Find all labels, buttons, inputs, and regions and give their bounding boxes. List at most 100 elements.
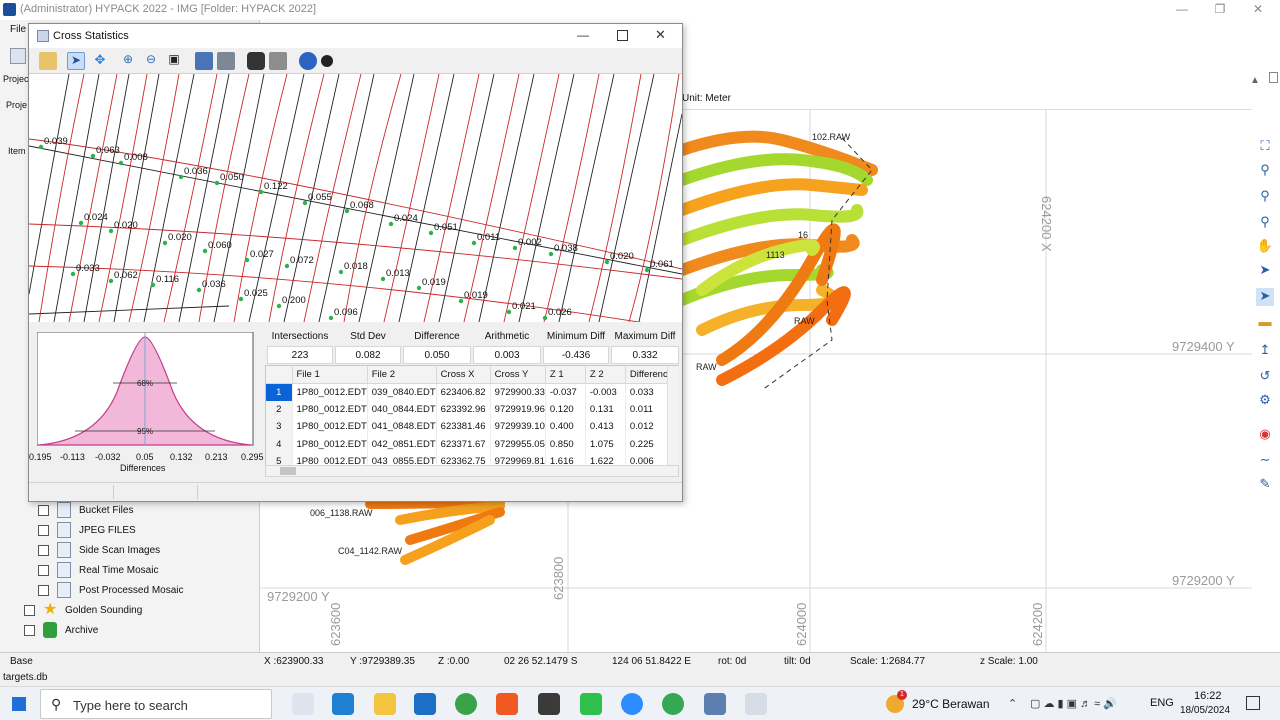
intersection-point[interactable] bbox=[428, 230, 434, 236]
column-header[interactable]: Z 1 bbox=[545, 366, 586, 384]
cell-cross-x[interactable]: 623406.82 bbox=[436, 383, 491, 401]
cell-file-1[interactable]: 1P80_0012.EDT bbox=[292, 400, 368, 418]
save-icon[interactable] bbox=[195, 52, 213, 70]
task-view-icon[interactable] bbox=[292, 693, 314, 715]
row-number[interactable]: 2 bbox=[266, 400, 293, 418]
intersection-point[interactable] bbox=[258, 189, 264, 195]
tab-items[interactable]: Item bbox=[8, 146, 26, 156]
select-icon[interactable]: ➤ bbox=[1256, 262, 1274, 280]
cell-cross-y[interactable]: 9729939.10 bbox=[490, 418, 546, 436]
scroll-up-icon[interactable] bbox=[1268, 72, 1278, 83]
maximize-icon[interactable]: ❐ bbox=[1205, 2, 1235, 18]
intersection-point[interactable] bbox=[506, 309, 512, 315]
pan-icon[interactable]: ✋ bbox=[1256, 238, 1274, 256]
tree-item-side-scan-images[interactable]: Side Scan Images bbox=[20, 540, 258, 560]
close-icon[interactable]: ✕ bbox=[1243, 2, 1273, 18]
dialog-close-icon[interactable]: ✕ bbox=[655, 27, 666, 43]
table-row[interactable]: 1 1P80_0012.EDT 039_0840.EDT 623406.82 9… bbox=[266, 383, 676, 401]
intersection-point[interactable] bbox=[238, 296, 244, 302]
zoom-icon[interactable] bbox=[621, 693, 643, 715]
table-row[interactable]: 2 1P80_0012.EDT 040_0844.EDT 623392.96 9… bbox=[266, 400, 676, 418]
cross-check-plot[interactable]: 0.039 0.063 0.008 0.036 0.050 0.122 0.055 0.068… bbox=[29, 74, 682, 322]
cell-file-1[interactable]: 1P80_0012.EDT bbox=[292, 435, 368, 453]
survey-map-lower[interactable]: 006_1138.RAW C04_1142.RAW 9729200 Y 6238… bbox=[260, 500, 682, 652]
cell-z2[interactable]: -0.003 bbox=[585, 383, 626, 401]
pin-icons[interactable]: ▲ bbox=[1250, 72, 1280, 86]
intersections-table[interactable]: File 1 File 2 Cross X Cross Y Z 1 Z 2 Di… bbox=[265, 365, 679, 469]
cell-cross-y[interactable]: 9729955.05 bbox=[490, 435, 546, 453]
cell-file-2[interactable]: 042_0851.EDT bbox=[367, 435, 437, 453]
app-icon-2[interactable] bbox=[745, 693, 767, 715]
intersection-point[interactable] bbox=[150, 282, 156, 288]
tray-chevron-icon[interactable]: ⌃ bbox=[1008, 697, 1017, 710]
intersection-point[interactable] bbox=[338, 269, 344, 275]
table-row[interactable]: 4 1P80_0012.EDT 042_0851.EDT 623371.67 9… bbox=[266, 435, 676, 453]
target-icon[interactable]: ◉ bbox=[1256, 426, 1274, 444]
zoom-in-icon[interactable]: ⚲ bbox=[1256, 162, 1274, 180]
pan-move-icon[interactable]: ✥ bbox=[91, 52, 109, 70]
menu-file[interactable]: File bbox=[10, 24, 26, 35]
table-horizontal-scrollbar[interactable] bbox=[265, 465, 679, 477]
intersection-point[interactable] bbox=[196, 287, 202, 293]
save-icon[interactable] bbox=[10, 48, 26, 64]
cell-cross-y[interactable]: 9729919.96 bbox=[490, 400, 546, 418]
intersection-point[interactable] bbox=[380, 276, 386, 282]
hypack-icon[interactable] bbox=[704, 693, 726, 715]
intersection-point[interactable] bbox=[108, 278, 114, 284]
edge-icon[interactable] bbox=[332, 693, 354, 715]
help-icon[interactable] bbox=[299, 52, 317, 70]
zoom-out-icon[interactable]: ⊖ bbox=[142, 52, 160, 70]
intersection-point[interactable] bbox=[214, 180, 220, 186]
intersection-point[interactable] bbox=[388, 221, 394, 227]
windows-start-icon[interactable] bbox=[12, 697, 26, 711]
mail-icon[interactable] bbox=[414, 693, 436, 715]
intersection-point[interactable] bbox=[542, 315, 548, 321]
post-processed-mosaic-checkbox[interactable] bbox=[38, 584, 49, 596]
zoom-extents-icon[interactable]: ⛶ bbox=[1256, 138, 1274, 156]
intersection-point[interactable] bbox=[644, 267, 650, 273]
cell-cross-x[interactable]: 623381.46 bbox=[436, 418, 491, 436]
column-header[interactable]: File 2 bbox=[367, 366, 437, 384]
cell-z2[interactable]: 1.075 bbox=[585, 435, 626, 453]
tab-project[interactable]: Projec bbox=[3, 74, 29, 84]
zoom-out-icon[interactable]: ⚲ bbox=[1256, 188, 1274, 206]
tree-item-real-time-mosaic[interactable]: Real Time Mosaic bbox=[20, 560, 258, 580]
cell-cross-x[interactable]: 623392.96 bbox=[436, 400, 491, 418]
tab-project-2[interactable]: Proje bbox=[6, 100, 27, 110]
table-vertical-scrollbar[interactable] bbox=[667, 366, 679, 466]
camera-icon[interactable] bbox=[247, 52, 265, 70]
intersection-point[interactable] bbox=[458, 298, 464, 304]
intersection-point[interactable] bbox=[604, 259, 610, 265]
tree-item-post-processed-mosaic[interactable]: Post Processed Mosaic bbox=[20, 580, 258, 600]
intersection-point[interactable] bbox=[70, 271, 76, 277]
archive-checkbox[interactable] bbox=[24, 624, 35, 636]
dialog-maximize-icon[interactable] bbox=[617, 30, 628, 41]
clock-time[interactable]: 16:22 bbox=[1194, 690, 1222, 702]
print-icon[interactable] bbox=[269, 52, 287, 70]
jpeg-files-checkbox[interactable] bbox=[38, 524, 49, 536]
intersection-point[interactable] bbox=[548, 251, 554, 257]
intersection-point[interactable] bbox=[328, 315, 334, 321]
intersection-point[interactable] bbox=[344, 208, 350, 214]
side-scan-checkbox[interactable] bbox=[38, 544, 49, 556]
cell-cross-y[interactable]: 9729900.33 bbox=[490, 383, 546, 401]
line-icon[interactable]: ∼ bbox=[1256, 452, 1274, 470]
chrome-icon[interactable] bbox=[455, 693, 477, 715]
cell-file-2[interactable]: 040_0844.EDT bbox=[367, 400, 437, 418]
row-number[interactable]: 4 bbox=[266, 435, 293, 453]
select-pointer-icon[interactable]: ➤ bbox=[67, 52, 85, 70]
edit-icon[interactable]: ✎ bbox=[1256, 476, 1274, 494]
zoom-extents-icon[interactable]: ▣ bbox=[165, 52, 183, 70]
scrollbar-thumb[interactable] bbox=[280, 467, 296, 475]
tray-icons[interactable]: ▢ ☁ ▮ ▣ ♬ ≈ 🔊 bbox=[1030, 697, 1117, 710]
golden-sounding-checkbox[interactable] bbox=[24, 604, 35, 616]
intersection-point[interactable] bbox=[38, 144, 44, 150]
cell-cross-x[interactable]: 623371.67 bbox=[436, 435, 491, 453]
measure-icon[interactable]: ▬ bbox=[1256, 314, 1274, 332]
bucket-files-checkbox[interactable] bbox=[38, 504, 49, 516]
intersection-point[interactable] bbox=[284, 263, 290, 269]
notification-icon[interactable] bbox=[1246, 696, 1260, 710]
column-header[interactable]: Cross X bbox=[436, 366, 491, 384]
intersection-point[interactable] bbox=[302, 200, 308, 206]
column-header[interactable] bbox=[266, 366, 293, 384]
